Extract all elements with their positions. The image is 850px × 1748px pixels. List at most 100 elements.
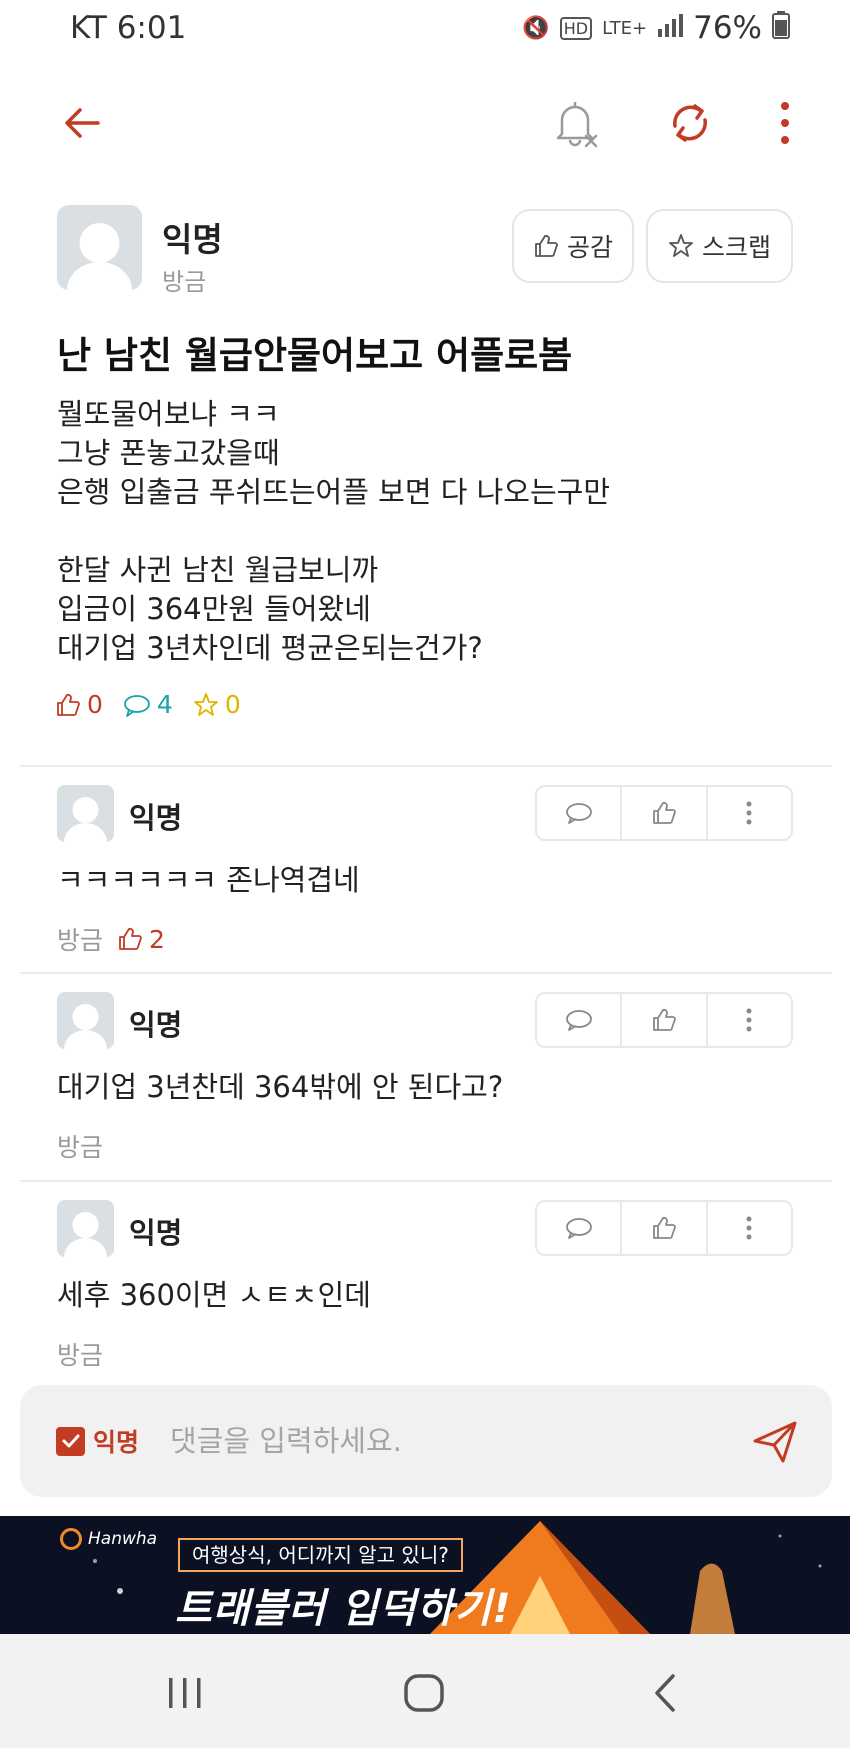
star-icon: [669, 234, 693, 257]
comment-bubble-icon: [124, 694, 150, 717]
ad-brand: Hanwha: [60, 1528, 157, 1550]
battery-icon: [772, 11, 790, 45]
default-avatar-icon: [64, 1212, 107, 1257]
scrap-button[interactable]: 스크랩: [646, 209, 793, 283]
send-button[interactable]: [750, 1417, 800, 1467]
back-arrow-icon: [65, 108, 100, 138]
default-avatar-icon: [67, 223, 132, 290]
comment-meta: 방금: [57, 1336, 103, 1372]
hanwha-logo-icon: [60, 1528, 82, 1550]
comment-more-button[interactable]: [708, 1202, 791, 1254]
comment-avatar: [57, 992, 114, 1049]
comment-author: 익명: [129, 1008, 183, 1042]
back-nav-button[interactable]: [635, 1670, 695, 1718]
ad-headline: 트래블러 입덕하기!: [175, 1586, 512, 1632]
signal-icon: [657, 13, 684, 43]
comment-author: 익명: [129, 1216, 183, 1250]
comment-text: 세후 360이면 ㅅㅌㅊ인데: [57, 1278, 371, 1312]
like-button[interactable]: 공감: [512, 209, 634, 283]
battery-percent: 76%: [693, 10, 762, 46]
anonymous-checkbox[interactable]: [56, 1426, 85, 1456]
comment-actions: [535, 785, 793, 841]
reply-button[interactable]: [537, 1202, 623, 1254]
notification-off-button[interactable]: [550, 96, 600, 150]
more-vertical-icon: [746, 1008, 752, 1032]
comment-bubble-icon: [565, 803, 592, 824]
send-icon: [753, 1421, 797, 1463]
comment-meta: 방금 2: [57, 921, 165, 957]
comment-text: ㅋㅋㅋㅋㅋㅋ 존나역겹네: [57, 863, 360, 897]
comment-like-count-value: 2: [149, 924, 165, 954]
comment-like-button[interactable]: [622, 787, 708, 839]
comment-time: 방금: [57, 1133, 104, 1162]
comment-meta: 방금: [57, 1128, 103, 1164]
comment-actions: [535, 992, 793, 1048]
anonymous-toggle[interactable]: 익명: [56, 1423, 139, 1459]
status-icons: 🔇 HD LTE+ 76%: [522, 10, 790, 46]
default-avatar-icon: [64, 797, 107, 842]
back-button[interactable]: [58, 98, 108, 148]
comment-avatar: [57, 1200, 114, 1257]
ad-subtitle: 여행상식, 어디까지 알고 있니?: [178, 1538, 463, 1572]
star-icon: [193, 692, 218, 716]
comment-more-button[interactable]: [708, 787, 791, 839]
back-chevron-icon: [655, 1674, 675, 1712]
author-avatar: [57, 205, 142, 290]
post-stats: 0 4 0: [55, 690, 241, 719]
comment-item: 익명 대기업 3년찬데 364밖에 안 된다고? 방금: [57, 992, 817, 1182]
comment-like-button[interactable]: [622, 994, 708, 1046]
comment-like-count: 2: [117, 925, 165, 954]
comment-more-button[interactable]: [708, 994, 791, 1046]
recent-apps-button[interactable]: [155, 1670, 215, 1718]
like-button-label: 공감: [566, 233, 613, 262]
reply-button[interactable]: [537, 994, 623, 1046]
thumbs-up-icon: [535, 234, 558, 257]
mute-icon: 🔇: [522, 15, 550, 41]
post-like-count: 0: [55, 690, 103, 719]
refresh-icon: [673, 104, 707, 142]
thumbs-up-icon: [57, 693, 80, 716]
post-scrap-count: 0: [193, 690, 241, 719]
reply-button[interactable]: [537, 787, 623, 839]
comment-input-bar: 익명: [20, 1385, 832, 1497]
more-vertical-icon: [746, 1216, 752, 1240]
thumbs-up-icon: [653, 1008, 676, 1031]
post-like-count-value: 0: [87, 690, 103, 719]
status-bar: KT 6:01 🔇 HD LTE+ 76%: [0, 0, 850, 62]
default-avatar-icon: [64, 1004, 107, 1049]
more-vertical-icon: [781, 102, 789, 144]
comment-bubble-icon: [565, 1218, 592, 1239]
scrap-button-label: 스크랩: [701, 233, 771, 262]
comment-input[interactable]: [170, 1409, 730, 1473]
more-vertical-icon: [746, 801, 752, 825]
comment-time: 방금: [57, 926, 104, 955]
divider: [20, 972, 832, 974]
thumbs-up-icon: [119, 927, 142, 950]
bell-off-icon: [556, 102, 598, 148]
ad-banner[interactable]: Hanwha 여행상식, 어디까지 알고 있니? 트래블러 입덕하기!: [0, 1516, 850, 1634]
post-comment-count-value: 4: [156, 690, 173, 719]
network-label: LTE+: [602, 17, 648, 39]
recent-apps-icon: [169, 1678, 201, 1708]
comment-item: 익명 세후 360이면 ㅅㅌㅊ인데 방금: [57, 1200, 817, 1390]
comment-actions: [535, 1200, 793, 1256]
app-bar: [0, 72, 850, 172]
comment-bubble-icon: [565, 1010, 592, 1031]
refresh-button[interactable]: [665, 96, 715, 150]
more-options-button[interactable]: [770, 96, 800, 150]
comment-text: 대기업 3년찬데 364밖에 안 된다고?: [57, 1070, 504, 1104]
anonymous-label: 익명: [93, 1428, 140, 1457]
post-scrap-count-value: 0: [224, 690, 241, 719]
thumbs-up-icon: [653, 801, 676, 824]
divider: [20, 1180, 832, 1182]
home-button[interactable]: [394, 1670, 454, 1718]
carrier-time: KT 6:01: [70, 10, 187, 46]
post-body: 뭘또물어보냐 ㅋㅋ 그냥 폰놓고갔을때 은행 입출금 푸쉬뜨는어플 보면 다 나…: [57, 397, 611, 665]
checkmark-icon: [62, 1434, 79, 1448]
post-title: 난 남친 월급안물어보고 어플로봄: [57, 334, 573, 377]
comment-item: 익명 ㅋㅋㅋㅋㅋㅋ 존나역겹네 방금 2: [57, 785, 817, 975]
comment-like-button[interactable]: [622, 1202, 708, 1254]
post-author: 익명: [162, 220, 223, 259]
home-icon: [404, 1674, 444, 1712]
system-nav-bar: [0, 1634, 850, 1748]
